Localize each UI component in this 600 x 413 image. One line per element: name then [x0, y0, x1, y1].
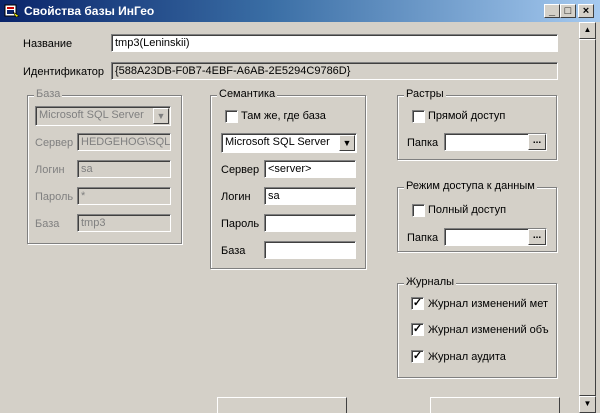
semantics-provider-select[interactable]: Microsoft SQL Server ▼	[221, 133, 357, 153]
access-mode-group-title: Режим доступа к данным	[404, 180, 537, 192]
journal-metadata-checkbox[interactable]: ✓	[411, 297, 424, 310]
semantics-password-label: Пароль	[221, 218, 260, 230]
full-access-label: Полный доступ	[428, 204, 507, 216]
app-icon	[4, 4, 20, 18]
close-button[interactable]: ×	[578, 4, 594, 18]
base-login-input[interactable]: sa	[77, 160, 171, 178]
base-db-label: База	[35, 218, 60, 230]
semantics-provider-value: Microsoft SQL Server	[225, 136, 330, 148]
same-as-base-label: Там же, где база	[241, 110, 326, 122]
base-password-label: Пароль	[35, 191, 74, 203]
semantics-server-label: Сервер	[221, 164, 260, 176]
chevron-down-icon: ▼	[153, 108, 169, 124]
base-provider-select[interactable]: Microsoft SQL Server ▼	[35, 106, 171, 126]
ok-button[interactable]	[217, 397, 347, 413]
maximize-button[interactable]: □	[560, 4, 576, 18]
direct-access-checkbox[interactable]	[412, 110, 425, 123]
access-folder-label: Папка	[407, 232, 439, 244]
journal-audit-checkbox[interactable]: ✓	[411, 350, 424, 363]
full-access-checkbox[interactable]	[412, 204, 425, 217]
same-as-base-checkbox[interactable]	[225, 110, 238, 123]
id-label: Идентификатор	[23, 66, 104, 78]
chevron-down-icon[interactable]: ▼	[339, 135, 355, 151]
rasters-folder-label: Папка	[407, 137, 439, 149]
base-db-input[interactable]: tmp3	[77, 214, 171, 232]
semantics-group-title: Семантика	[217, 88, 278, 100]
base-password-input[interactable]: *	[77, 187, 171, 205]
semantics-db-label: База	[221, 245, 246, 257]
journals-group-title: Журналы	[404, 276, 457, 288]
title-bar[interactable]: Свойства базы ИнГео _ □ ×	[0, 0, 600, 22]
semantics-password-input[interactable]	[264, 214, 356, 232]
base-login-label: Логин	[35, 164, 65, 176]
semantics-login-label: Логин	[221, 191, 251, 203]
name-label: Название	[23, 38, 73, 50]
direct-access-label: Прямой доступ	[428, 110, 506, 122]
rasters-group-title: Растры	[404, 88, 446, 100]
name-input[interactable]: tmp3(Leninskii)	[111, 34, 558, 52]
journal-objects-checkbox[interactable]: ✓	[411, 323, 424, 336]
cancel-button[interactable]	[430, 397, 560, 413]
vertical-scrollbar[interactable]: ▲ ▼	[579, 22, 596, 413]
rasters-browse-button[interactable]: ...	[528, 134, 546, 150]
journal-metadata-label: Журнал изменений мет	[428, 298, 549, 310]
base-provider-value: Microsoft SQL Server	[39, 109, 144, 121]
id-field[interactable]: {588A23DB-F0B7-4EBF-A6AB-2E5294C9786D}	[111, 62, 558, 80]
scroll-down-button[interactable]: ▼	[579, 396, 596, 413]
journal-audit-label: Журнал аудита	[428, 351, 506, 363]
window-border	[596, 22, 600, 413]
minimize-button[interactable]: _	[544, 4, 560, 18]
semantics-login-input[interactable]: sa	[264, 187, 356, 205]
semantics-db-input[interactable]	[264, 241, 356, 259]
base-server-input[interactable]: HEDGEHOG\SQLEX	[77, 133, 171, 151]
base-group-title: База	[34, 88, 63, 100]
journal-objects-label: Журнал изменений объ	[428, 324, 549, 336]
window-title: Свойства базы ИнГео	[24, 4, 155, 18]
semantics-server-input[interactable]: <server>	[264, 160, 356, 178]
properties-window: Свойства базы ИнГео _ □ × Название tmp3(…	[0, 0, 600, 413]
scroll-up-button[interactable]: ▲	[579, 22, 596, 39]
scroll-thumb[interactable]	[579, 39, 596, 396]
base-server-label: Сервер	[35, 137, 74, 149]
access-browse-button[interactable]: ...	[528, 229, 546, 245]
